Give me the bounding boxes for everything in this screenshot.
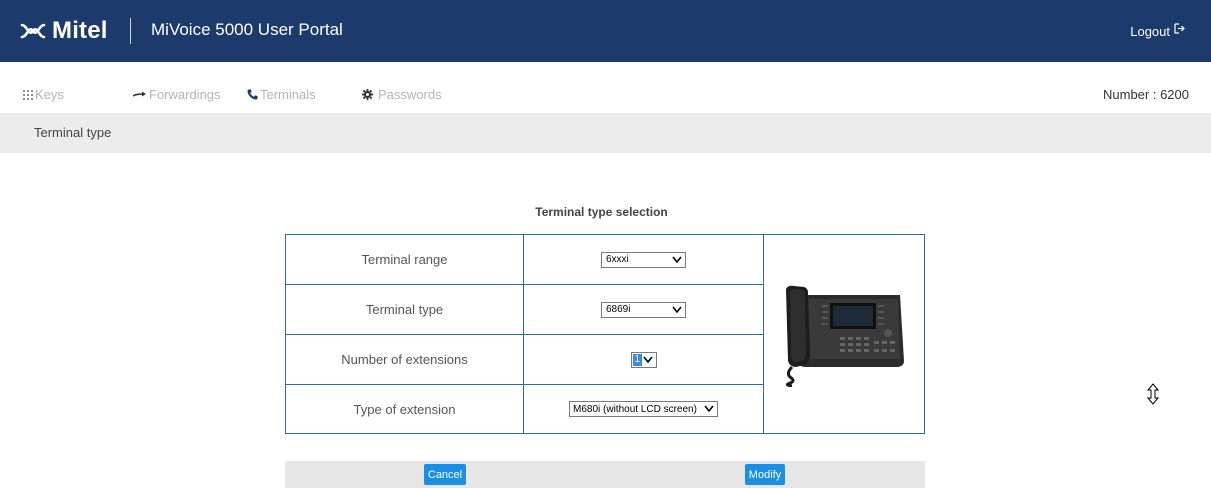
- terminal-type-label: Terminal type: [286, 285, 524, 334]
- logout-icon: [1174, 23, 1185, 34]
- nav-label-keys: Keys: [35, 87, 64, 102]
- nav-label-terminals: Terminals: [260, 87, 316, 102]
- extensions-count-select[interactable]: 1: [630, 351, 657, 368]
- table-row: Type of extension M680i (without LCD scr…: [286, 385, 763, 433]
- table-row: Terminal type 6869i: [286, 285, 763, 335]
- resize-cursor-icon: [1147, 383, 1159, 405]
- chevron-down-icon: [704, 405, 714, 413]
- section-title-text: Terminal type selection: [535, 205, 668, 219]
- extensions-count-label: Number of extensions: [286, 335, 524, 384]
- gear-icon: [362, 89, 373, 100]
- terminal-type-value: 6869i: [606, 304, 631, 315]
- nav-label-passwords: Passwords: [378, 87, 442, 102]
- top-header: Mitel MiVoice 5000 User Portal Logout: [0, 0, 1211, 62]
- portal-title: MiVoice 5000 User Portal: [151, 20, 343, 39]
- mitel-logo-icon: [20, 23, 46, 39]
- breadcrumb-bar: Terminal type: [0, 113, 1211, 153]
- terminal-range-label: Terminal range: [286, 235, 524, 284]
- terminal-type-cell: 6869i: [524, 285, 763, 334]
- modify-button[interactable]: Modify: [745, 464, 785, 485]
- table-row: Terminal range 6xxxi: [286, 235, 763, 285]
- breadcrumb: Terminal type: [34, 125, 112, 140]
- section-title: Terminal type selection: [0, 205, 1211, 219]
- extensions-count-cell: 1: [524, 335, 763, 384]
- extension-type-select[interactable]: M680i (without LCD screen): [569, 401, 718, 417]
- phone-icon: [247, 89, 258, 100]
- logout-button[interactable]: Logout: [1130, 23, 1185, 39]
- header-divider: [130, 18, 131, 44]
- nav-item-terminals[interactable]: Terminals: [247, 87, 316, 102]
- nav-item-forwardings[interactable]: Forwardings: [133, 87, 221, 102]
- terminal-image-cell: [763, 235, 924, 433]
- keypad-icon: [23, 89, 33, 100]
- logout-label: Logout: [1130, 24, 1170, 39]
- extensions-count-value: 1: [632, 353, 643, 366]
- extension-type-cell: M680i (without LCD screen): [524, 385, 763, 433]
- nav-item-passwords[interactable]: Passwords: [362, 87, 442, 102]
- nav-item-keys[interactable]: Keys: [23, 87, 64, 102]
- brand-name: Mitel: [52, 17, 108, 44]
- extension-type-label: Type of extension: [286, 385, 524, 433]
- user-number: Number : 6200: [1103, 87, 1189, 102]
- main-nav: Keys Forwardings Terminals Passwords Num…: [0, 62, 1211, 114]
- terminal-range-cell: 6xxxi: [524, 235, 763, 284]
- arrow-right-icon: [133, 91, 146, 97]
- terminal-type-table: Terminal range 6xxxi Terminal type 6869i…: [285, 234, 925, 434]
- action-bar: Cancel Modify: [285, 461, 925, 488]
- table-row: Number of extensions 1: [286, 335, 763, 385]
- chevron-down-icon: [672, 306, 682, 313]
- nav-label-forwardings: Forwardings: [149, 87, 221, 102]
- cancel-button[interactable]: Cancel: [424, 464, 466, 485]
- terminal-range-select[interactable]: 6xxxi: [601, 251, 686, 268]
- chevron-down-icon: [672, 256, 682, 263]
- mitel-logo: Mitel: [20, 16, 108, 46]
- desk-phone-image: [785, 285, 904, 387]
- terminal-range-value: 6xxxi: [606, 254, 629, 265]
- chevron-down-icon: [642, 356, 653, 363]
- extension-type-value: M680i (without LCD screen): [573, 403, 697, 415]
- terminal-type-select[interactable]: 6869i: [601, 301, 686, 318]
